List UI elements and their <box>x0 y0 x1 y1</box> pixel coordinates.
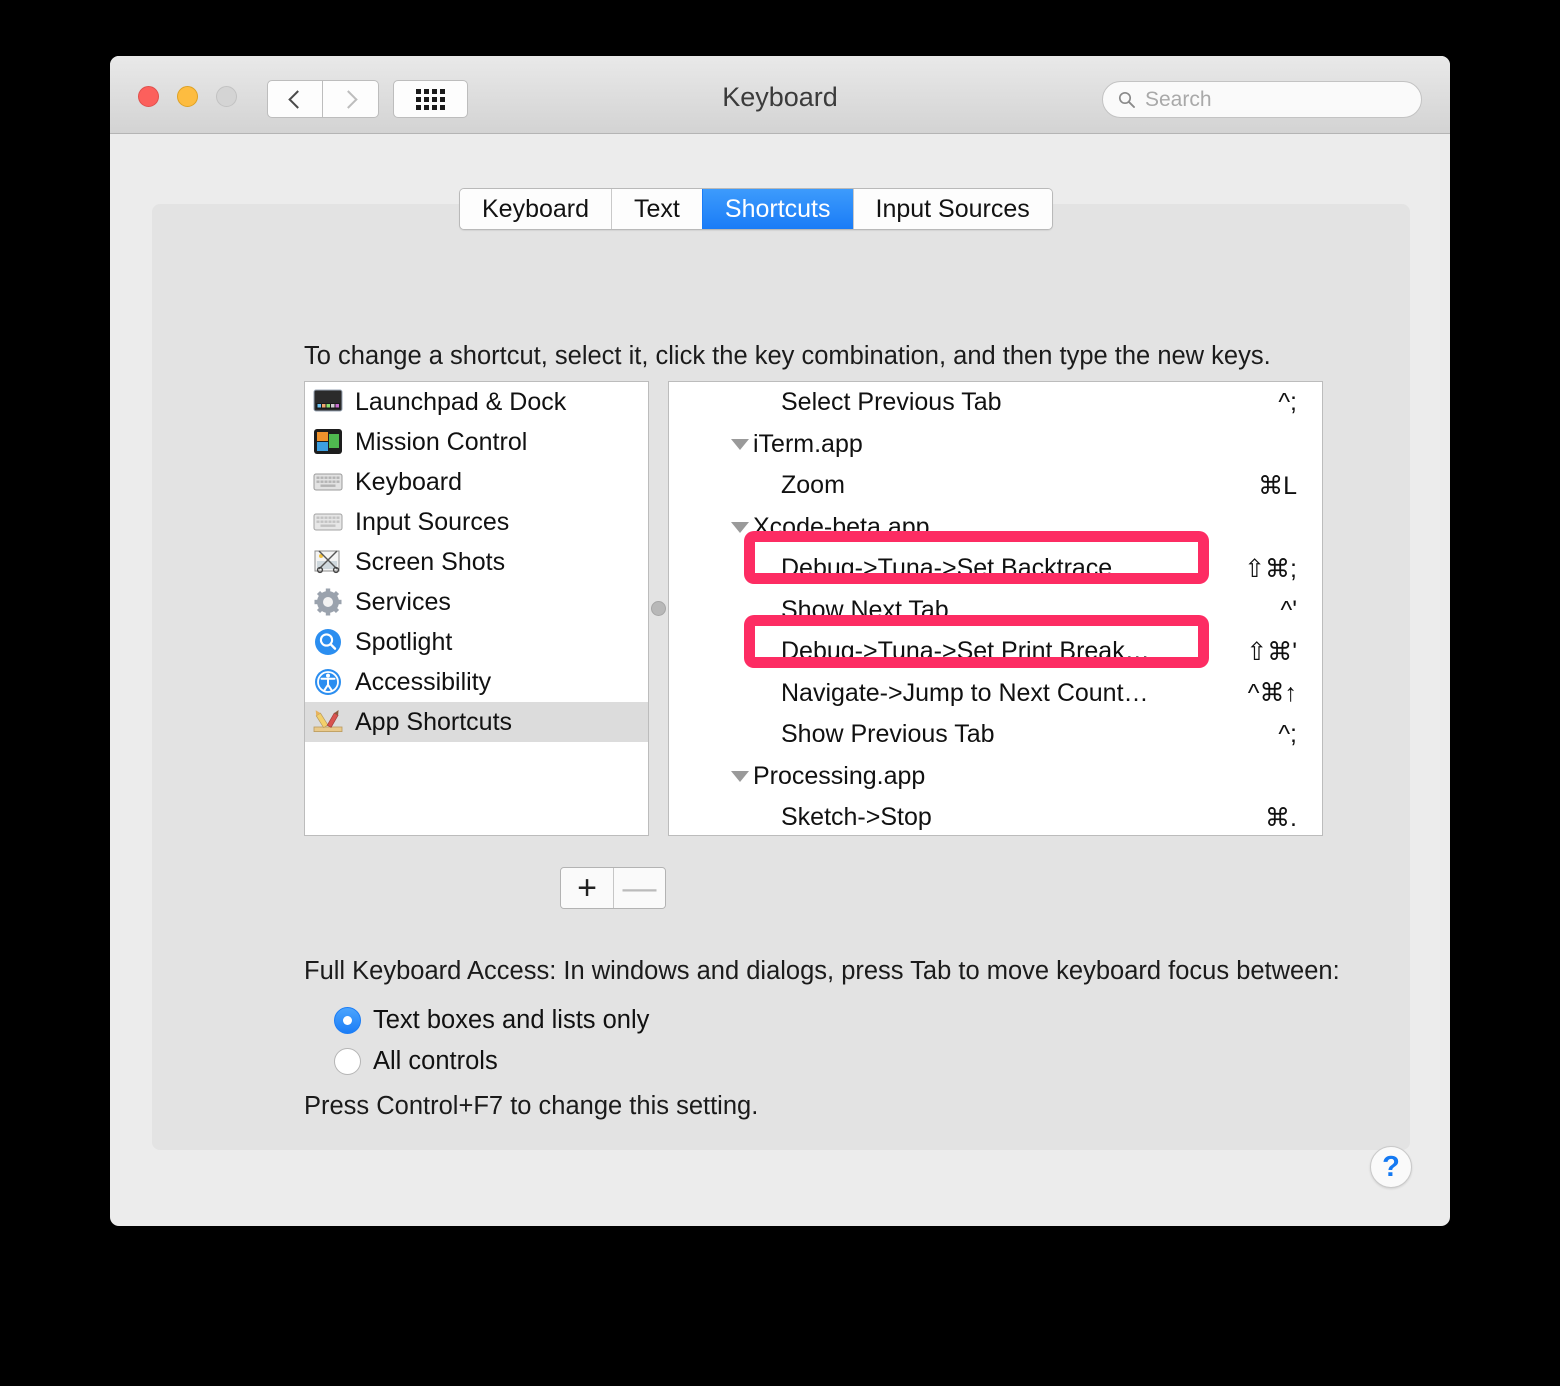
tab-bar: Keyboard Text Shortcuts Input Sources <box>459 188 1053 230</box>
sidebar-item-accessibility[interactable]: Accessibility <box>305 662 648 702</box>
shortcut-keys[interactable]: ^; <box>1278 388 1297 417</box>
preferences-content-panel: Keyboard Text Shortcuts Input Sources To… <box>152 188 1410 1150</box>
table-row[interactable]: Show Next Tab ^' <box>669 590 1322 632</box>
app-shortcuts-icon <box>313 707 343 737</box>
search-field[interactable] <box>1102 81 1422 118</box>
full-keyboard-access-radiogroup: Text boxes and lists only All controls <box>334 1000 649 1082</box>
table-row[interactable]: Debug->Tuna->Set Print Break… ⇧⌘' <box>669 631 1322 673</box>
splitter-handle[interactable] <box>651 601 666 616</box>
chevron-down-icon[interactable] <box>731 770 749 782</box>
radio-indicator[interactable] <box>334 1007 361 1034</box>
sidebar-item-launchpad-dock[interactable]: Launchpad & Dock <box>305 382 648 422</box>
table-row[interactable]: Show Previous Tab ^; <box>669 714 1322 756</box>
sidebar-item-label: Services <box>355 587 451 616</box>
sidebar-item-label: Screen Shots <box>355 547 506 576</box>
search-icon <box>1118 91 1135 108</box>
table-group-row[interactable]: iTerm.app <box>669 424 1322 466</box>
screen-shots-icon <box>313 547 343 577</box>
instruction-text: To change a shortcut, select it, click t… <box>304 342 1271 370</box>
sidebar-item-input-sources[interactable]: Input Sources <box>305 502 648 542</box>
shortcut-label: Sketch->Stop <box>781 803 932 832</box>
mission-control-icon <box>313 427 343 457</box>
app-group-label: iTerm.app <box>753 429 863 458</box>
launchpad-dock-icon <box>313 387 343 417</box>
sidebar-item-mission-control[interactable]: Mission Control <box>305 422 648 462</box>
shortcut-label: Select Previous Tab <box>781 388 1002 417</box>
list-edit-buttons: + — <box>560 867 666 909</box>
sidebar-item-label: Input Sources <box>355 507 510 536</box>
shortcut-keys[interactable]: ^' <box>1280 596 1297 625</box>
control-f7-note: Press Control+F7 to change this setting. <box>304 1092 759 1120</box>
sidebar-item-label: Launchpad & Dock <box>355 387 567 416</box>
table-row[interactable]: Debug->Tuna->Set Backtrace… ⇧⌘; <box>669 548 1322 590</box>
shortcut-keys[interactable]: ⇧⌘; <box>1244 554 1297 584</box>
shortcut-label: Show Previous Tab <box>781 720 995 749</box>
table-row[interactable]: Navigate->Jump to Next Count… ^⌘↑ <box>669 673 1322 715</box>
sidebar-item-label: Accessibility <box>355 667 492 696</box>
radio-all-controls[interactable]: All controls <box>334 1041 649 1082</box>
shortcut-label: Zoom <box>781 471 845 500</box>
shortcut-label: Navigate->Jump to Next Count… <box>781 678 1149 707</box>
table-row[interactable]: Zoom ⌘L <box>669 465 1322 507</box>
help-button[interactable]: ? <box>1370 1146 1412 1188</box>
search-input[interactable] <box>1145 87 1395 112</box>
sidebar-item-keyboard[interactable]: Keyboard <box>305 462 648 502</box>
sidebar-item-label: Mission Control <box>355 427 528 456</box>
app-group-label: Xcode-beta.app <box>753 512 930 541</box>
accessibility-icon <box>313 667 343 697</box>
shortcut-keys[interactable]: ⌘L <box>1258 471 1297 501</box>
spotlight-icon <box>313 627 343 657</box>
shortcut-label: Debug->Tuna->Set Print Break… <box>781 637 1150 666</box>
tab-input-sources[interactable]: Input Sources <box>852 189 1052 229</box>
shortcut-keys[interactable]: ^; <box>1278 720 1297 749</box>
table-row[interactable]: Sketch->Stop ⌘. <box>669 797 1322 835</box>
radio-indicator[interactable] <box>334 1048 361 1075</box>
shortcut-keys[interactable]: ⇧⌘' <box>1246 637 1297 667</box>
chevron-down-icon[interactable] <box>731 438 749 450</box>
radio-label: Text boxes and lists only <box>373 1006 650 1034</box>
pane-splitter[interactable] <box>649 381 668 836</box>
radio-label: All controls <box>373 1047 498 1075</box>
tab-text[interactable]: Text <box>611 189 702 229</box>
radio-text-boxes-and-lists-only[interactable]: Text boxes and lists only <box>334 1000 649 1041</box>
sidebar-item-app-shortcuts[interactable]: App Shortcuts <box>305 702 648 742</box>
tab-keyboard[interactable]: Keyboard <box>460 189 612 229</box>
full-keyboard-access-label: Full Keyboard Access: In windows and dia… <box>304 957 1340 985</box>
shortcut-label: Debug->Tuna->Set Backtrace… <box>781 554 1138 583</box>
window-titlebar: Keyboard <box>110 56 1450 134</box>
category-list[interactable]: Launchpad & Dock Mission Control Keyboar… <box>304 381 649 836</box>
shortcut-keys[interactable]: ⌘. <box>1265 803 1297 833</box>
sidebar-item-label: Spotlight <box>355 627 453 656</box>
add-shortcut-button[interactable]: + <box>561 868 613 908</box>
sidebar-item-spotlight[interactable]: Spotlight <box>305 622 648 662</box>
app-group-label: Processing.app <box>753 761 926 790</box>
shortcuts-panes: Launchpad & Dock Mission Control Keyboar… <box>304 381 1324 836</box>
sidebar-item-label: Keyboard <box>355 467 463 496</box>
table-group-row[interactable]: Xcode-beta.app <box>669 507 1322 549</box>
system-preferences-window: Keyboard Keyboard Text Shortcuts Input S… <box>110 56 1450 1226</box>
input-sources-icon <box>313 507 343 537</box>
sidebar-item-screen-shots[interactable]: Screen Shots <box>305 542 648 582</box>
chevron-down-icon[interactable] <box>731 521 749 533</box>
tab-shortcuts[interactable]: Shortcuts <box>701 189 853 229</box>
keyboard-icon <box>313 467 343 497</box>
sidebar-item-label: App Shortcuts <box>355 707 513 736</box>
shortcut-list[interactable]: Select Previous Tab ^; iTerm.app Zoom ⌘L… <box>668 381 1323 836</box>
remove-shortcut-button[interactable]: — <box>613 868 665 908</box>
table-row[interactable]: Select Previous Tab ^; <box>669 382 1322 424</box>
services-gear-icon <box>313 587 343 617</box>
shortcut-keys[interactable]: ^⌘↑ <box>1248 678 1297 708</box>
sidebar-item-services[interactable]: Services <box>305 582 648 622</box>
table-group-row[interactable]: Processing.app <box>669 756 1322 798</box>
shortcut-label: Show Next Tab <box>781 595 949 624</box>
